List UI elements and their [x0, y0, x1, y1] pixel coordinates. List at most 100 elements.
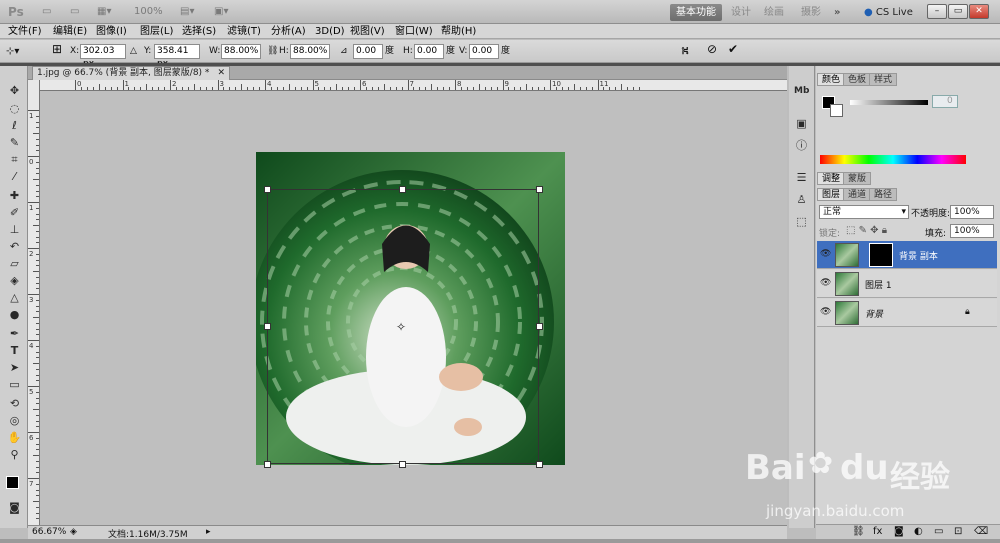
- quick-select-tool-icon[interactable]: ✎: [7, 135, 22, 150]
- menu-help[interactable]: 帮助(H): [441, 25, 476, 38]
- crop-tool-icon[interactable]: ⌗: [7, 152, 22, 167]
- bg-color-chip[interactable]: [830, 104, 843, 117]
- blur-tool-icon[interactable]: △: [7, 290, 22, 305]
- workspace-photography[interactable]: 摄影: [795, 4, 827, 21]
- adjustments-panel-icon[interactable]: ☰: [794, 170, 809, 185]
- layer-mask-thumbnail[interactable]: [869, 243, 893, 267]
- healing-tool-icon[interactable]: ✚: [7, 188, 22, 203]
- status-menu-arrow-icon[interactable]: ▸: [206, 527, 211, 537]
- pen-tool-icon[interactable]: ✒: [7, 326, 22, 341]
- screen-mode-icon[interactable]: ▣▾: [214, 4, 228, 20]
- color-ramp[interactable]: [820, 155, 966, 164]
- tab-channels[interactable]: 通道: [843, 188, 872, 201]
- transform-handle-tr[interactable]: [536, 186, 543, 193]
- transform-handle-tc[interactable]: [399, 186, 406, 193]
- transform-center-icon[interactable]: ✧: [396, 320, 406, 334]
- more-workspaces-button[interactable]: »: [828, 4, 846, 21]
- menu-view[interactable]: 视图(V): [350, 25, 385, 38]
- view-extras-icon[interactable]: ▦▾: [97, 4, 111, 20]
- hskew-input[interactable]: 0.00: [414, 44, 444, 59]
- type-tool-icon[interactable]: T: [7, 343, 22, 358]
- transform-handle-br[interactable]: [536, 461, 543, 468]
- dodge-tool-icon[interactable]: ●: [7, 307, 22, 322]
- k-slider-track[interactable]: [850, 100, 928, 105]
- workspace-design[interactable]: 设计: [725, 4, 757, 21]
- document-tab[interactable]: 1.jpg @ 66.7% (背景 副本, 图层蒙版/8) * ✕: [32, 66, 230, 80]
- menu-file[interactable]: 文件(F): [8, 25, 42, 38]
- width-input[interactable]: 88.00%: [221, 44, 261, 59]
- arrange-docs-icon[interactable]: ▤▾: [180, 4, 194, 20]
- maximize-button[interactable]: ▭: [948, 4, 968, 19]
- tab-adjustments[interactable]: 调整: [817, 172, 846, 185]
- mini-bridge-panel-icon[interactable]: Mb: [794, 84, 809, 99]
- lock-icons[interactable]: ⬚ ✎ ✥ 🔒︎: [846, 225, 887, 236]
- tab-styles[interactable]: 样式: [869, 73, 898, 86]
- shape-tool-icon[interactable]: ▭: [7, 377, 22, 392]
- close-button[interactable]: ✕: [969, 4, 989, 19]
- eyedropper-tool-icon[interactable]: ⁄: [7, 169, 22, 184]
- eraser-tool-icon[interactable]: ▱: [7, 256, 22, 271]
- workspace-essentials[interactable]: 基本功能: [670, 4, 722, 21]
- link-icon[interactable]: ⛓: [267, 45, 278, 58]
- cs-live-button[interactable]: ● CS Live: [858, 4, 919, 21]
- layer-row[interactable]: 👁︎ 背景 🔒︎: [817, 299, 997, 327]
- zoom-tool-icon[interactable]: ⚲: [7, 447, 22, 462]
- brush-tool-icon[interactable]: ✐: [7, 205, 22, 220]
- transform-handle-tl[interactable]: [264, 186, 271, 193]
- x-input[interactable]: 302.03 px: [80, 44, 126, 69]
- relative-position-icon[interactable]: △: [130, 45, 137, 58]
- minimize-button[interactable]: –: [927, 4, 947, 19]
- eye-icon[interactable]: 👁︎: [820, 307, 832, 317]
- tab-color[interactable]: 颜色: [817, 73, 846, 86]
- menu-3d[interactable]: 3D(D): [315, 25, 345, 38]
- rotate-input[interactable]: 0.00: [353, 44, 383, 59]
- menu-image[interactable]: 图像(I): [96, 25, 127, 38]
- info-panel-icon[interactable]: ⓘ: [794, 138, 809, 153]
- tab-paths[interactable]: 路径: [869, 188, 898, 201]
- commit-transform-icon[interactable]: ✔: [728, 43, 738, 56]
- fill-input[interactable]: 100%: [950, 224, 994, 238]
- cancel-transform-icon[interactable]: ⊘: [707, 43, 717, 56]
- menu-window[interactable]: 窗口(W): [395, 25, 433, 38]
- path-select-tool-icon[interactable]: ➤: [7, 360, 22, 375]
- transform-tool-icon[interactable]: ⊹▾: [6, 45, 19, 58]
- height-input[interactable]: 88.00%: [290, 44, 330, 59]
- y-input[interactable]: 358.41 px: [154, 44, 200, 69]
- blend-mode-select[interactable]: 正常 ▾: [819, 205, 909, 219]
- bridge-icon[interactable]: ▭: [42, 4, 51, 20]
- transform-handle-ml[interactable]: [264, 323, 271, 330]
- hand-tool-icon[interactable]: ✋: [7, 430, 22, 445]
- status-zoom[interactable]: 66.67%: [32, 527, 66, 537]
- workspace-painting[interactable]: 绘画: [758, 4, 790, 21]
- move-tool-icon[interactable]: ✥: [7, 83, 22, 98]
- menu-filter[interactable]: 滤镜(T): [227, 25, 261, 38]
- paint-bucket-tool-icon[interactable]: ◈: [7, 273, 22, 288]
- menu-edit[interactable]: 编辑(E): [53, 25, 87, 38]
- 3d-orbit-tool-icon[interactable]: ◎: [7, 413, 22, 428]
- paths-panel-icon[interactable]: ⬚: [794, 214, 809, 229]
- transform-handle-bl[interactable]: [264, 461, 271, 468]
- zoom-level[interactable]: 100%: [134, 4, 163, 20]
- lasso-tool-icon[interactable]: ℓ: [7, 118, 22, 133]
- menu-analysis[interactable]: 分析(A): [271, 25, 306, 38]
- menu-layer[interactable]: 图层(L): [140, 25, 173, 38]
- history-brush-tool-icon[interactable]: ↶: [7, 239, 22, 254]
- quick-mask-icon[interactable]: ◙: [7, 500, 22, 515]
- 3d-rotate-tool-icon[interactable]: ⟲: [7, 396, 22, 411]
- marquee-tool-icon[interactable]: ◌: [7, 101, 22, 116]
- layer-row[interactable]: 👁︎ 图层 1: [817, 270, 997, 298]
- vskew-input[interactable]: 0.00: [469, 44, 499, 59]
- canvas-image[interactable]: [256, 152, 565, 465]
- tab-masks[interactable]: 蒙版: [843, 172, 872, 185]
- navigator-panel-icon[interactable]: ▣: [794, 116, 809, 131]
- tab-swatches[interactable]: 色板: [843, 73, 872, 86]
- layer-row[interactable]: 👁︎ 背景 副本: [817, 241, 997, 269]
- reference-point-icon[interactable]: ⊞: [52, 43, 62, 56]
- stamp-tool-icon[interactable]: ⊥: [7, 222, 22, 237]
- eye-icon[interactable]: 👁︎: [820, 278, 832, 288]
- tab-layers[interactable]: 图层: [817, 188, 846, 201]
- close-tab-icon[interactable]: ✕: [217, 67, 225, 79]
- eye-icon[interactable]: 👁︎: [820, 249, 832, 259]
- transform-handle-bc[interactable]: [399, 461, 406, 468]
- warp-mode-icon[interactable]: ⛕: [681, 44, 689, 57]
